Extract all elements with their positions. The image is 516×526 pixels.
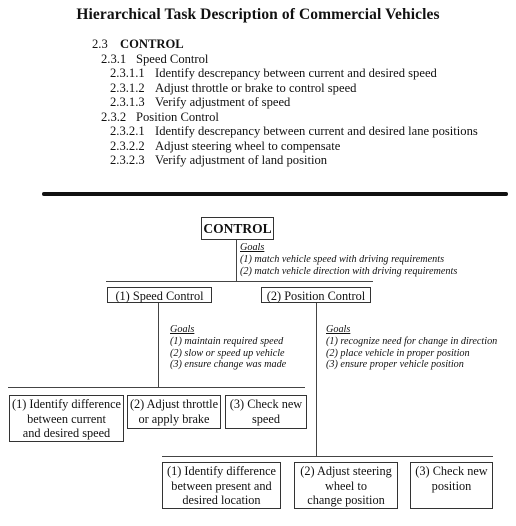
- speed-subtask-box: (2) Adjust throttle or apply brake: [127, 395, 221, 429]
- outline-number: 2.3.2.3: [110, 153, 145, 167]
- outline-item: 2.3.1.1 Identify descrepancy between cur…: [110, 66, 437, 80]
- outline-text: Speed Control: [136, 51, 209, 66]
- outline-item: 2.3.2 Position Control: [101, 109, 219, 124]
- speed-subtask-box: (3) Check new speed: [225, 395, 307, 429]
- goal-item: (3) ensure proper vehicle position: [326, 359, 464, 371]
- speed-control-box: (1) Speed Control: [107, 287, 212, 303]
- outline-text: Adjust throttle or brake to control spee…: [155, 80, 357, 95]
- goal-item: (2) place vehicle in proper position: [326, 347, 470, 359]
- outline-item: 2.3.1 Speed Control: [101, 51, 208, 66]
- outline-text: Verify adjustment of speed: [155, 95, 291, 109]
- goal-item: (1) recognize need for change in directi…: [326, 335, 498, 347]
- outline-number: 2.3.1.3: [110, 95, 145, 109]
- root-goals: Goals (1) match vehicle speed with drivi…: [240, 242, 457, 277]
- speed-goals: Goals (1) maintain required speed (2) sl…: [170, 324, 286, 371]
- goals-heading: Goals: [326, 324, 351, 335]
- outline-item: 2.3.2.1 Identify descrepancy between cur…: [110, 124, 478, 138]
- position-control-box: (2) Position Control: [261, 287, 371, 303]
- position-subtask-box: (1) Identify difference between present …: [162, 462, 281, 509]
- goal-item: (2) match vehicle direction with driving…: [240, 265, 458, 277]
- position-subtask-box: (3) Check new position: [410, 462, 493, 509]
- goal-item: (1) maintain required speed: [170, 335, 284, 347]
- outline-text: Verify adjustment of land position: [155, 153, 328, 167]
- page-title: Hierarchical Task Description of Commerc…: [76, 6, 440, 23]
- connector-line: [236, 240, 237, 282]
- outline-text: Position Control: [136, 109, 219, 124]
- connector-line: [316, 303, 317, 456]
- outline-item: 2.3 CONTROL: [92, 37, 184, 51]
- goals-heading: Goals: [240, 242, 265, 253]
- outline-text: CONTROL: [120, 37, 184, 51]
- outline-number: 2.3.2.1: [110, 124, 145, 138]
- section-divider: [42, 192, 508, 196]
- outline-item: 2.3.2.3 Verify adjustment of land positi…: [110, 153, 327, 167]
- root-task-box: CONTROL: [201, 217, 274, 240]
- outline-number: 2.3.2: [101, 109, 127, 124]
- outline-number: 2.3.1.1: [110, 66, 145, 80]
- goal-item: (2) slow or speed up vehicle: [170, 347, 285, 359]
- connector-line: [162, 456, 493, 457]
- outline-item: 2.3.1.3 Verify adjustment of speed: [110, 95, 290, 109]
- outline-text: Identify descrepancy between current and…: [155, 124, 478, 138]
- outline-text: Adjust steering wheel to compensate: [155, 138, 341, 153]
- outline-number: 2.3.1.2: [110, 80, 145, 95]
- connector-line: [158, 303, 159, 387]
- goal-item: (1) match vehicle speed with driving req…: [240, 253, 445, 265]
- outline-number: 2.3.1: [101, 51, 127, 66]
- position-goals: Goals (1) recognize need for change in d…: [326, 324, 497, 371]
- connector-line: [8, 387, 305, 388]
- goals-heading: Goals: [170, 324, 195, 335]
- outline-number: 2.3.2.2: [110, 138, 145, 153]
- outline-item: 2.3.2.2 Adjust steering wheel to compens…: [110, 138, 340, 153]
- goal-item: (3) ensure change was made: [170, 359, 287, 371]
- outline-text: Identify descrepancy between current and…: [155, 66, 437, 80]
- connector-line: [106, 281, 373, 282]
- position-subtask-box: (2) Adjust steering wheel to change posi…: [294, 462, 398, 509]
- outline-item: 2.3.1.2 Adjust throttle or brake to cont…: [110, 80, 356, 95]
- speed-subtask-box: (1) Identify difference between current …: [9, 395, 124, 442]
